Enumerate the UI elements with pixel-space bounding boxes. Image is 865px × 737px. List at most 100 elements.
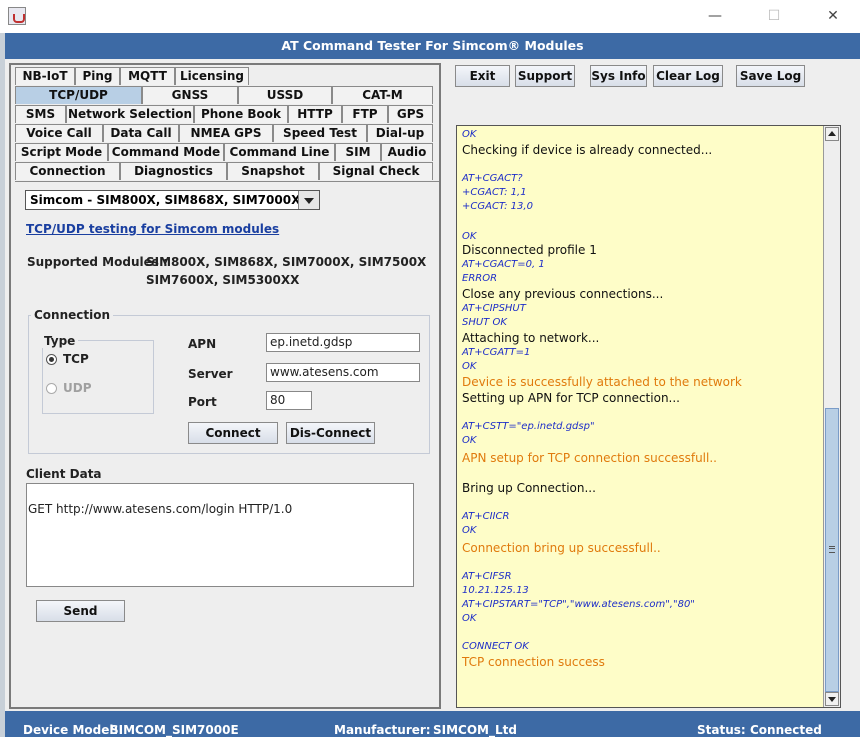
close-icon[interactable]: ✕ [810, 0, 856, 33]
tab-audio[interactable]: Audio [381, 143, 433, 161]
log-line: AT+CSTT="ep.inetd.gdsp" [462, 421, 595, 432]
supported-modules-line1: SIM800X, SIM868X, SIM7000X, SIM7500X [146, 255, 427, 269]
tab-connection[interactable]: Connection [15, 162, 120, 180]
log-line: OK [462, 435, 477, 446]
tab-gps[interactable]: GPS [388, 105, 433, 123]
tab-nb-iot[interactable]: NB-IoT [15, 67, 75, 85]
udp-radio-label: UDP [63, 381, 92, 395]
log-line: ERROR [462, 273, 498, 284]
tab-script-mode[interactable]: Script Mode [15, 143, 108, 161]
exit-button[interactable]: Exit [455, 65, 510, 87]
device-model-label: Device Model: [23, 723, 119, 737]
log-line: OK [462, 361, 477, 372]
log-line: 10.21.125.13 [462, 585, 529, 596]
module-select[interactable]: Simcom - SIM800X, SIM868X, SIM7000X [25, 190, 320, 210]
tab-diagnostics[interactable]: Diagnostics [120, 162, 227, 180]
log-line: +CGACT: 13,0 [462, 201, 533, 212]
tab-dial-up[interactable]: Dial-up [367, 124, 433, 142]
log-scrollbar[interactable] [823, 126, 840, 707]
log-line: Disconnected profile 1 [462, 243, 597, 257]
maximize-icon[interactable]: ☐ [751, 0, 797, 33]
sys-info-button[interactable]: Sys Info [590, 65, 647, 87]
log-line: AT+CIPSTART="TCP","www.atesens.com","80" [462, 599, 695, 610]
minimize-icon[interactable]: — [692, 0, 738, 33]
tab-snapshot[interactable]: Snapshot [227, 162, 319, 180]
port-input[interactable]: 80 [266, 391, 312, 410]
support-button[interactable]: Support [515, 65, 575, 87]
log-line: Attaching to network... [462, 331, 600, 345]
app-title: AT Command Tester For Simcom® Modules [5, 33, 860, 59]
log-panel[interactable]: OK Checking if device is already connecte… [456, 125, 841, 708]
client-data-text: GET http://www.atesens.com/login HTTP/1.… [28, 502, 293, 516]
tcp-radio[interactable] [46, 354, 57, 365]
tab-command-line[interactable]: Command Line [224, 143, 335, 161]
log-line: OK [462, 231, 477, 242]
tab-sms[interactable]: SMS [15, 105, 66, 123]
log-line: SHUT OK [462, 317, 507, 328]
log-line: +CGACT: 1,1 [462, 187, 527, 198]
window-edge [860, 33, 865, 737]
clear-log-button[interactable]: Clear Log [653, 65, 723, 87]
chevron-down-icon[interactable] [298, 191, 319, 209]
tab-network-selection[interactable]: Network Selection [66, 105, 194, 123]
module-select-value: Simcom - SIM800X, SIM868X, SIM7000X [30, 193, 301, 207]
client-data-textarea[interactable]: GET http://www.atesens.com/login HTTP/1.… [26, 483, 414, 587]
apn-label: APN [188, 337, 217, 351]
tab-http[interactable]: HTTP [288, 105, 342, 123]
log-line: TCP connection success [462, 655, 605, 669]
scroll-up-icon[interactable] [825, 127, 839, 141]
send-button[interactable]: Send [36, 600, 125, 622]
server-label: Server [188, 367, 233, 381]
log-line: Checking if device is already connected.… [462, 143, 713, 157]
log-line: Setting up APN for TCP connection... [462, 391, 680, 405]
save-log-button[interactable]: Save Log [736, 65, 805, 87]
log-line: Bring up Connection... [462, 481, 596, 495]
log-line: Close any previous connections... [462, 287, 664, 301]
log-line: AT+CGACT? [462, 173, 523, 184]
client-data-label: Client Data [26, 467, 102, 481]
connect-button[interactable]: Connect [188, 422, 278, 444]
log-line: AT+CGATT=1 [462, 347, 531, 358]
scroll-down-icon[interactable] [825, 692, 839, 706]
tcp-udp-help-link[interactable]: TCP/UDP testing for Simcom modules [26, 222, 279, 236]
log-line: AT+CIFSR [462, 571, 512, 582]
tab-licensing[interactable]: Licensing [175, 67, 249, 85]
status-bar: Device Model: SIMCOM_SIM7000E Manufactur… [5, 711, 860, 737]
tab-phone-book[interactable]: Phone Book [194, 105, 288, 123]
tab-speed-test[interactable]: Speed Test [273, 124, 367, 142]
log-line: Connection bring up successfull.. [462, 541, 661, 555]
connection-group-label: Connection [31, 308, 114, 322]
tab-cat-m[interactable]: CAT-M [332, 86, 433, 104]
port-label: Port [188, 395, 217, 409]
tab-ussd[interactable]: USSD [238, 86, 332, 104]
log-line: OK [462, 129, 477, 140]
log-line: CONNECT OK [462, 641, 529, 652]
tab-data-call[interactable]: Data Call [103, 124, 179, 142]
tab-command-mode[interactable]: Command Mode [108, 143, 224, 161]
manufacturer-value: SIMCOM_Ltd [433, 723, 517, 737]
tab-ping[interactable]: Ping [75, 67, 120, 85]
tab-signal-check[interactable]: Signal Check [319, 162, 433, 180]
log-line: OK [462, 613, 477, 624]
log-line: Device is successfully attached to the n… [462, 375, 742, 389]
disconnect-button[interactable]: Dis-Connect [286, 422, 375, 444]
tab-tcp-udp[interactable]: TCP/UDP [15, 86, 142, 104]
tab-gnss[interactable]: GNSS [142, 86, 238, 104]
log-line: AT+CIPSHUT [462, 303, 526, 314]
log-line: OK [462, 525, 477, 536]
udp-radio[interactable] [46, 383, 57, 394]
log-line: AT+CIICR [462, 511, 510, 522]
apn-input[interactable]: ep.inetd.gdsp [266, 333, 420, 352]
tab-mqtt[interactable]: MQTT [120, 67, 175, 85]
server-input[interactable]: www.atesens.com [266, 363, 420, 382]
tab-voice-call[interactable]: Voice Call [15, 124, 103, 142]
log-lines: OK Checking if device is already connecte… [457, 126, 823, 707]
tab-nmea-gps[interactable]: NMEA GPS [179, 124, 273, 142]
tab-sim[interactable]: SIM [335, 143, 381, 161]
title-bar: — ☐ ✕ [0, 0, 865, 33]
type-group-label: Type [41, 334, 79, 348]
log-line: APN setup for TCP connection successfull… [462, 451, 717, 465]
scroll-thumb[interactable] [825, 408, 839, 692]
supported-modules-line2: SIM7600X, SIM5300XX [146, 273, 300, 287]
tab-ftp[interactable]: FTP [342, 105, 388, 123]
